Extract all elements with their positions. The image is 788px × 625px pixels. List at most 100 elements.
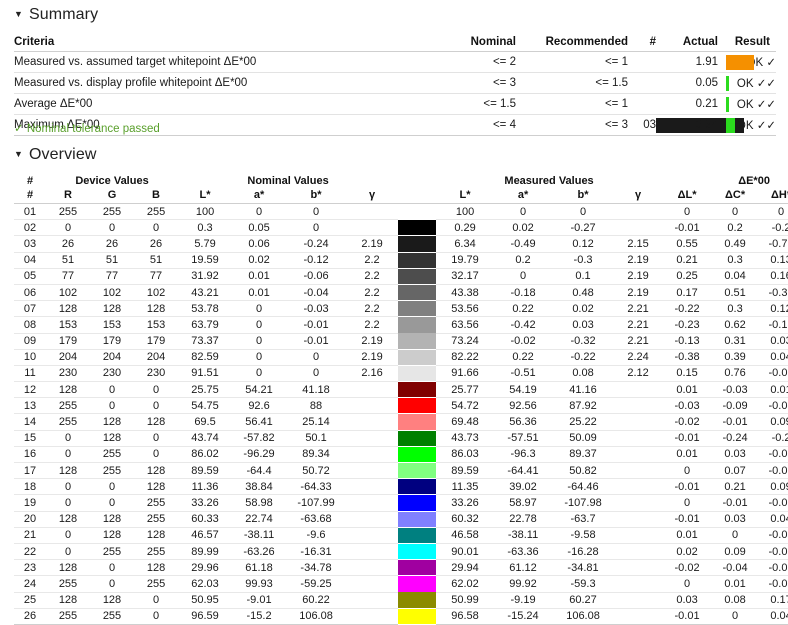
measured-a: -0.49 [494, 235, 553, 253]
measured-b: 41.16 [552, 381, 615, 399]
delta-h: -0.01 [758, 494, 788, 512]
nominal-l: 0.3 [178, 219, 233, 237]
table-row[interactable]: 04 51 51 51 19.59 0.02 -0.12 2.2 19.79 0.2 -0.3 2.1… [14, 252, 788, 269]
row-num: 25 [14, 592, 46, 609]
device-r: 255 [46, 413, 90, 431]
nominal-a: 22.74 [232, 511, 287, 528]
nominal-l: 29.96 [178, 559, 233, 577]
table-row[interactable]: 20 128 128 255 60.33 22.74 -63.68 60.32 22.78 -63… [14, 511, 788, 528]
delta-c: -0.01 [712, 413, 759, 431]
measured-l: 29.94 [436, 559, 495, 577]
table-row[interactable]: 23 128 0 128 29.96 61.18 -34.78 29.94 61.12 -34.8… [14, 559, 788, 577]
color-swatch [398, 576, 437, 592]
table-row[interactable]: 10 204 204 204 82.59 0 0 2.19 82.22 0.22 -0.22 2.24… [14, 349, 788, 366]
summary-row: Average ΔE*00 <= 1.5 <= 1 0.21 OK ✓✓ [14, 93, 776, 115]
nominal-b: 50.1 [286, 430, 347, 447]
table-row[interactable]: 14 255 128 128 69.5 56.41 25.14 69.48 56.36 25.22… [14, 413, 788, 431]
color-swatch [398, 414, 437, 430]
device-r: 255 [46, 575, 90, 593]
device-g: 0 [90, 575, 134, 593]
overview-heading[interactable]: ▼ Overview [14, 146, 776, 164]
nominal-a: 38.84 [232, 478, 287, 496]
table-row[interactable]: 11 230 230 230 91.51 0 0 2.16 91.66 -0.51 0.08 2.12… [14, 365, 788, 383]
measured-l: 6.34 [436, 235, 495, 253]
delta-h: 0.13 [758, 252, 788, 269]
measured-a: -96.3 [494, 446, 553, 464]
table-row[interactable]: 15 0 128 0 43.74 -57.82 50.1 43.73 -57.51 50.09 -0… [14, 430, 788, 447]
table-row[interactable]: 12 128 0 0 25.75 54.21 41.18 25.77 54.19 41.16 0.0… [14, 381, 788, 399]
table-row[interactable]: 020000.30.0500.290.02-0.27-0.010.2-0.20.… [14, 219, 788, 237]
device-g: 0 [90, 494, 134, 512]
summary-header-row: Criteria Nominal Recommended # Actual Re… [14, 34, 776, 52]
table-row[interactable]: 08 153 153 153 63.79 0 -0.01 2.2 63.56 -0.42 0.03 2… [14, 316, 788, 334]
chevron-down-icon[interactable]: ▼ [14, 9, 23, 19]
table-row[interactable]: 06 102 102 102 43.21 0.01 -0.04 2.2 43.38 -0.18 0.… [14, 284, 788, 302]
table-row[interactable]: 24 255 0 255 62.03 99.93 -59.25 62.02 99.92 -59.3… [14, 575, 788, 593]
nominal-a: 99.93 [232, 575, 287, 593]
measured-a: 54.19 [494, 381, 553, 399]
nominal-gamma: 2.2 [346, 284, 399, 302]
measured-a: 22.78 [494, 511, 553, 528]
device-b: 0 [134, 219, 179, 237]
measured-a: 0 [494, 268, 553, 285]
nominal-a: -9.01 [232, 592, 287, 609]
delta-h: 0.16 [758, 268, 788, 285]
measured-b: 60.27 [552, 592, 615, 609]
summary-recommended: <= 1.5 [516, 72, 628, 94]
device-b: 128 [134, 413, 179, 431]
summary-criteria: Measured vs. assumed target whitepoint Δ… [14, 51, 410, 73]
device-g: 255 [90, 543, 134, 561]
overview-section: ▼ Overview # Device Values Nominal Value… [14, 146, 788, 625]
chevron-down-icon[interactable]: ▼ [14, 149, 23, 159]
summary-criteria: Measured vs. display profile whitepoint … [14, 72, 410, 94]
measured-a: -0.42 [494, 316, 553, 334]
measured-l: 33.26 [436, 494, 495, 512]
overview-col-measured-b: b* [552, 188, 615, 204]
nominal-gamma [346, 511, 399, 528]
table-row[interactable]: 0125525525510000100000000 [14, 203, 788, 221]
summary-nominal: <= 4 [410, 114, 516, 136]
summary-col-criteria: Criteria [14, 34, 410, 52]
nominal-gamma [346, 219, 399, 237]
delta-c: 0.76 [712, 365, 759, 383]
table-row[interactable]: 21 0 128 128 46.57 -38.11 -9.6 46.58 -38.11 -9.58… [14, 527, 788, 544]
overview-col-swatch [398, 188, 437, 204]
table-row[interactable]: 18 0 0 128 11.36 38.84 -64.33 11.35 39.02 -64.46-… [14, 478, 788, 496]
measured-gamma: 2.19 [614, 268, 663, 285]
measured-gamma [614, 446, 663, 464]
table-row[interactable]: 19 0 0 255 33.26 58.98 -107.99 33.26 58.97 -107.9… [14, 494, 788, 512]
measured-b: -0.3 [552, 252, 615, 269]
nominal-b: 41.18 [286, 381, 347, 399]
nominal-b: -0.01 [286, 333, 347, 350]
delta-l: -0.01 [662, 219, 713, 237]
measured-a: 0.22 [494, 300, 553, 318]
table-row[interactable]: 17 128 255 128 89.59 -64.4 50.72 89.59 -64.41 50.… [14, 462, 788, 480]
overview-col-g: G [90, 188, 134, 204]
row-num: 08 [14, 316, 46, 334]
table-row[interactable]: 16 0 255 0 86.02 -96.29 89.34 86.03 -96.3 89.37 0.… [14, 446, 788, 464]
measured-l: 73.24 [436, 333, 495, 350]
device-r: 0 [46, 494, 90, 512]
device-g: 230 [90, 365, 134, 383]
table-row[interactable]: 07 128 128 128 53.78 0 -0.03 2.2 53.56 0.22 0.02 2.… [14, 300, 788, 318]
summary-heading[interactable]: ▼ Summary [14, 6, 776, 24]
color-swatch-cell [398, 414, 437, 430]
table-row[interactable]: 09 179 179 179 73.37 0 -0.01 2.19 73.24 -0.02 -0.3… [14, 333, 788, 350]
table-row[interactable]: 13 255 0 0 54.75 92.6 88 54.72 92.56 87.92 -0.03 -0… [14, 397, 788, 415]
table-row[interactable]: 05 77 77 77 31.92 0.01 -0.06 2.2 32.17 0 0.1 2.19 0.… [14, 268, 788, 285]
row-num: 17 [14, 462, 46, 480]
table-row[interactable]: 03 26 26 26 5.79 0.06 -0.24 2.19 6.34 -0.49 0.12 2.… [14, 235, 788, 253]
table-row[interactable]: 22 0 255 255 89.99 -63.26 -16.31 90.01 -63.36 -16… [14, 543, 788, 561]
device-b: 128 [134, 478, 179, 496]
table-row[interactable]: 26 255 255 0 96.59 -15.2 106.08 96.58 -15.24 106.… [14, 608, 788, 625]
measured-l: 89.59 [436, 462, 495, 480]
indicator-bar [726, 96, 729, 112]
color-swatch-cell [398, 382, 437, 398]
measured-l: 82.22 [436, 349, 495, 366]
delta-h: -0.2 [758, 430, 788, 447]
measured-a: 0 [494, 203, 553, 221]
table-row[interactable]: 25 128 128 0 50.95 -9.01 60.22 50.99 -9.19 60.27 0… [14, 592, 788, 609]
device-g: 102 [90, 284, 134, 302]
overview-sub-header-row: # R G B L* a* b* γ L* a* b* γ ΔL* ΔC* ΔH… [14, 188, 788, 204]
nominal-gamma [346, 543, 399, 561]
